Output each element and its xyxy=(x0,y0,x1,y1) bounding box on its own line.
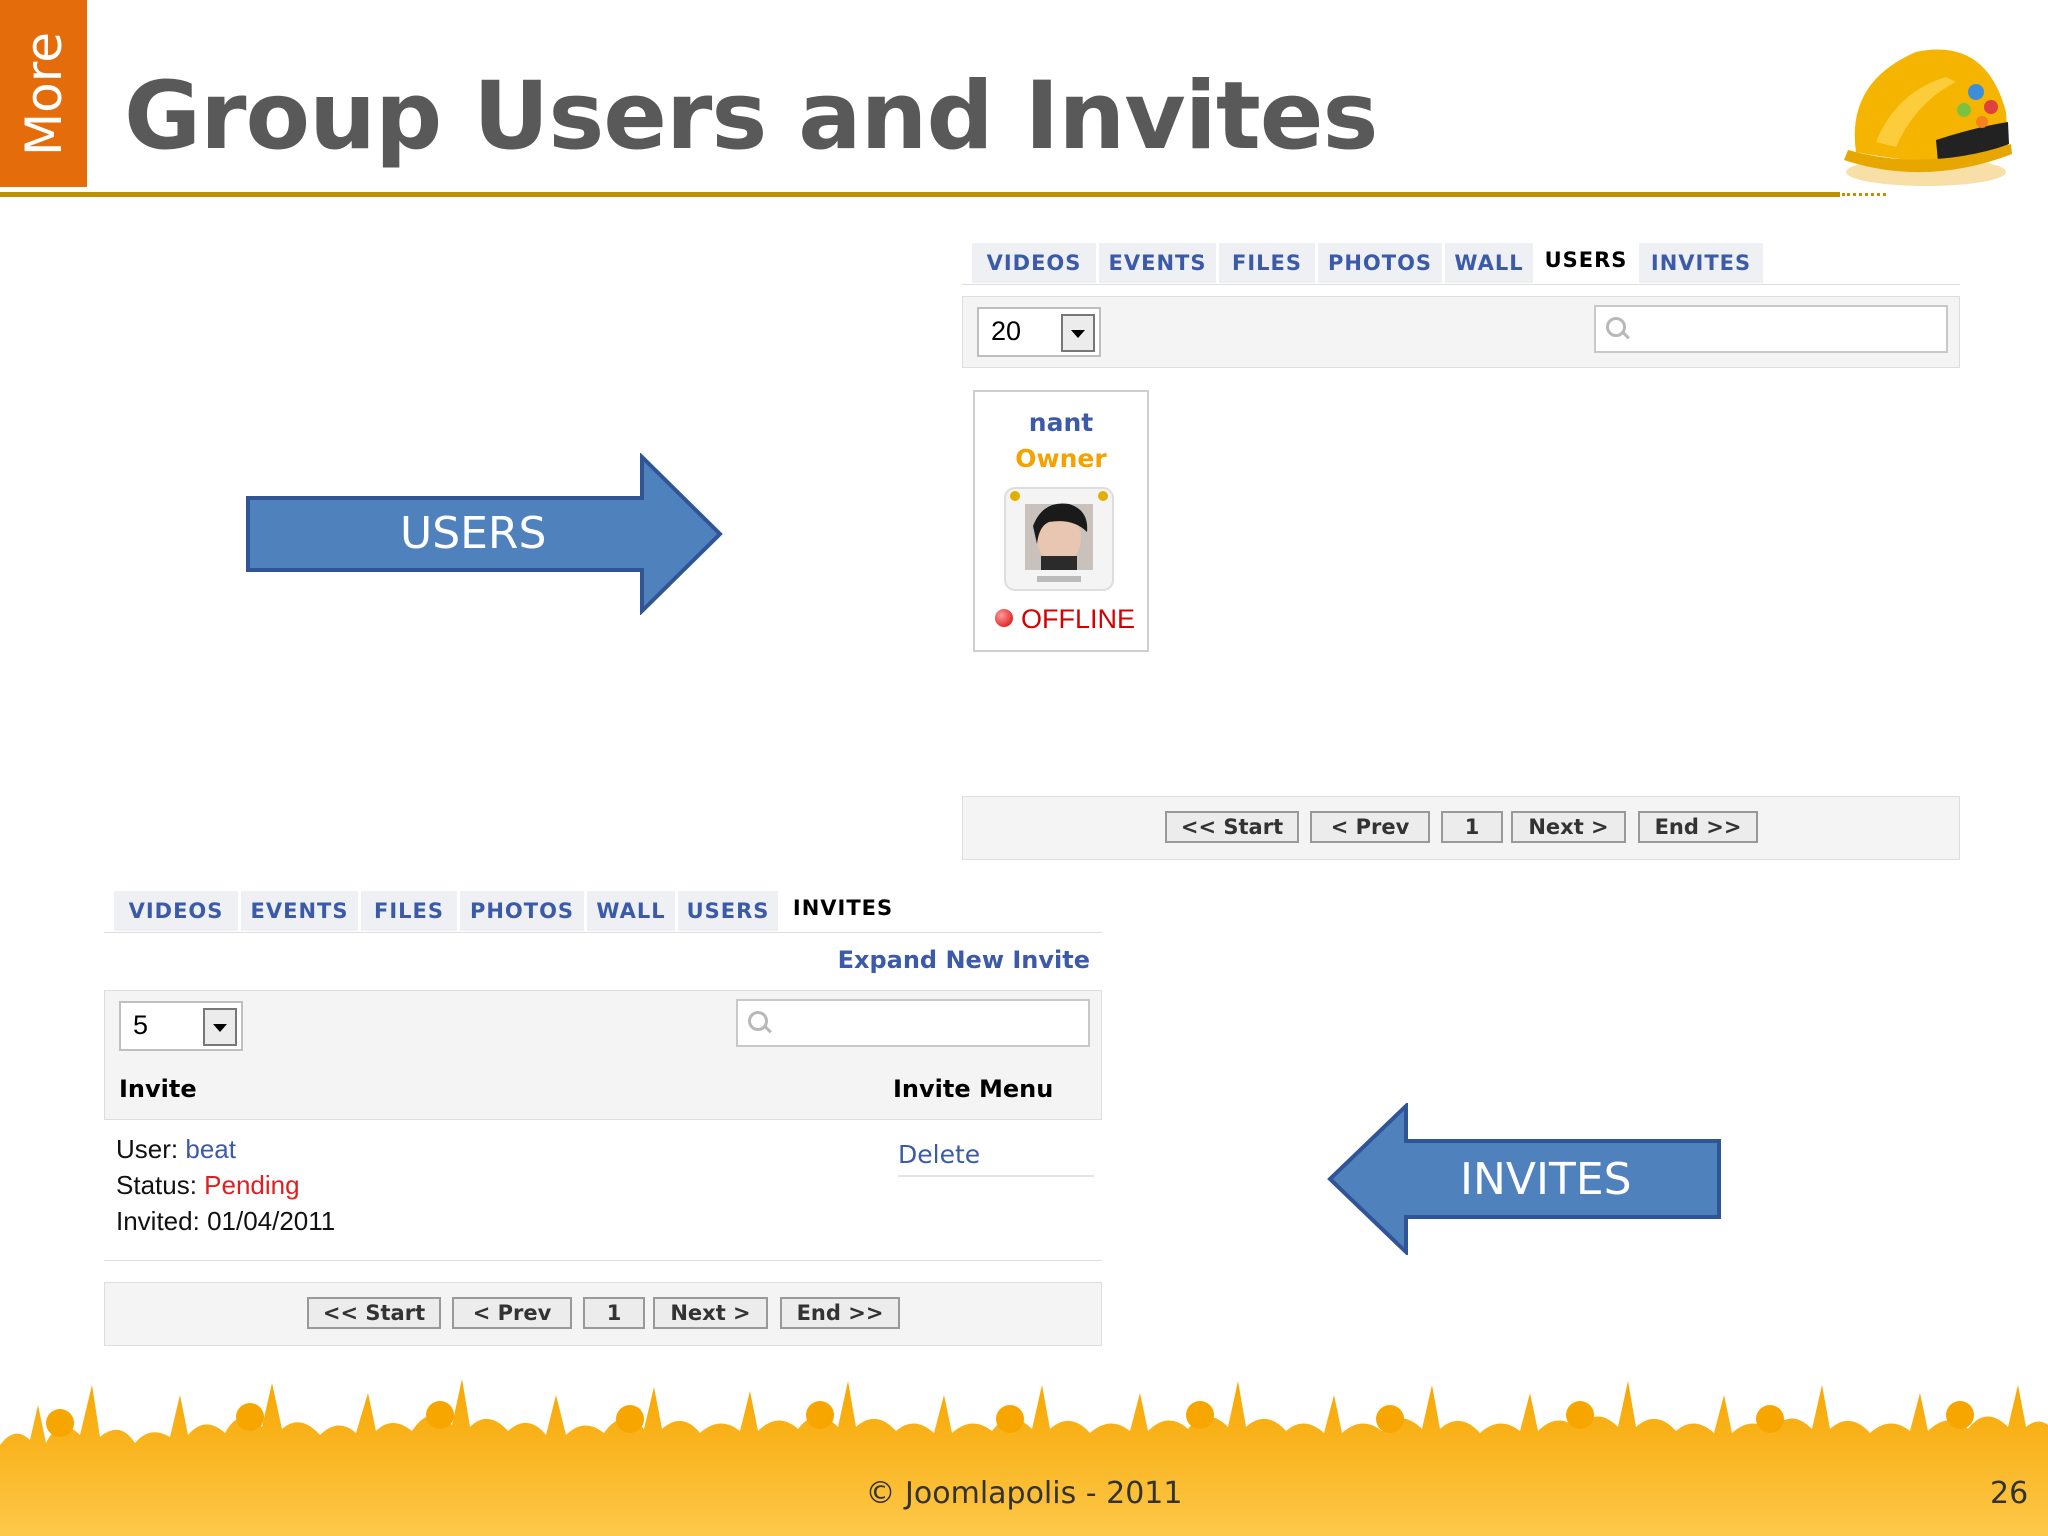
page-size-select[interactable]: 20 xyxy=(977,307,1101,357)
invites-pagination: << Start < Prev 1 Next > End >> xyxy=(104,1282,1102,1346)
tab-photos[interactable]: PHOTOS xyxy=(1318,243,1442,283)
search-input[interactable] xyxy=(736,999,1090,1047)
invite-user-line: User: beat xyxy=(116,1134,236,1165)
users-pagination: << Start < Prev 1 Next > End >> xyxy=(962,796,1960,860)
invite-status-value: Pending xyxy=(204,1170,300,1200)
hard-hat-logo-icon xyxy=(1844,49,2012,186)
search-input[interactable] xyxy=(1594,305,1948,353)
invites-panel: VIDEOS EVENTS FILES PHOTOS WALL USERS IN… xyxy=(104,884,1102,1346)
expand-new-invite-link[interactable]: Expand New Invite xyxy=(838,946,1090,974)
user-status: OFFLINE xyxy=(995,604,1135,635)
invite-user-link[interactable]: beat xyxy=(185,1134,236,1164)
side-tab-more: More xyxy=(0,0,87,187)
tab-wall[interactable]: WALL xyxy=(1445,243,1533,283)
pagination-start-button[interactable]: << Start xyxy=(1165,811,1299,843)
pagination-start-button[interactable]: << Start xyxy=(307,1297,441,1329)
footer-copyright: © Joomlapolis - 2011 xyxy=(865,1476,1183,1511)
side-tab-label: More xyxy=(14,31,73,156)
pagination-end-button[interactable]: End >> xyxy=(780,1297,900,1329)
slide-number: 26 xyxy=(1990,1476,2029,1511)
invite-date-label: Invited: xyxy=(116,1206,200,1236)
table-row: User: beat Status: Pending Invited: 01/0… xyxy=(104,1120,1102,1261)
invites-toolbar: 5 Invite Invite Menu xyxy=(104,990,1102,1120)
delete-invite-link[interactable]: Delete xyxy=(898,1140,1094,1177)
user-name-link[interactable]: nant xyxy=(975,408,1147,437)
tab-users[interactable]: USERS xyxy=(1536,236,1636,284)
pagination-prev-button[interactable]: < Prev xyxy=(1310,811,1430,843)
tab-videos[interactable]: VIDEOS xyxy=(972,243,1096,283)
invite-date-value: 01/04/2011 xyxy=(207,1206,336,1236)
tab-files[interactable]: FILES xyxy=(1219,243,1315,283)
chevron-down-icon[interactable] xyxy=(1061,314,1095,352)
user-card[interactable]: nant Owner OFFLINE xyxy=(973,390,1149,652)
users-toolbar: 20 xyxy=(962,296,1960,368)
invite-status-line: Status: Pending xyxy=(116,1170,300,1201)
tab-photos[interactable]: PHOTOS xyxy=(460,891,584,931)
page-size-select[interactable]: 5 xyxy=(119,1001,243,1051)
pagination-page-button[interactable]: 1 xyxy=(583,1297,645,1329)
tab-invites[interactable]: INVITES xyxy=(781,884,905,932)
tab-files[interactable]: FILES xyxy=(361,891,457,931)
pagination-end-button[interactable]: End >> xyxy=(1638,811,1758,843)
tab-wall[interactable]: WALL xyxy=(587,891,675,931)
pagination-next-button[interactable]: Next > xyxy=(653,1297,768,1329)
users-arrow-label: USERS xyxy=(400,508,547,559)
invites-arrow-label: INVITES xyxy=(1460,1154,1632,1205)
column-header-invite: Invite xyxy=(119,1075,197,1103)
invites-tab-bar: VIDEOS EVENTS FILES PHOTOS WALL USERS IN… xyxy=(104,884,1102,933)
pagination-next-button[interactable]: Next > xyxy=(1511,811,1626,843)
page-size-value: 5 xyxy=(133,1010,149,1040)
user-status-text: OFFLINE xyxy=(1021,604,1136,634)
slide-title: Group Users and Invites xyxy=(124,62,1378,171)
page-size-value: 20 xyxy=(991,316,1022,346)
offline-status-icon xyxy=(995,609,1013,627)
chevron-down-icon[interactable] xyxy=(203,1008,237,1046)
user-avatar-icon[interactable] xyxy=(1003,486,1115,592)
tab-events[interactable]: EVENTS xyxy=(1099,243,1216,283)
title-rule xyxy=(0,192,1840,197)
tab-users[interactable]: USERS xyxy=(678,891,778,931)
users-tab-bar: VIDEOS EVENTS FILES PHOTOS WALL USERS IN… xyxy=(962,236,1960,285)
invite-status-label: Status: xyxy=(116,1170,197,1200)
pagination-page-button[interactable]: 1 xyxy=(1441,811,1503,843)
search-icon xyxy=(748,1011,768,1031)
pagination-prev-button[interactable]: < Prev xyxy=(452,1297,572,1329)
invite-date-line: Invited: 01/04/2011 xyxy=(116,1206,335,1237)
tab-events[interactable]: EVENTS xyxy=(241,891,358,931)
column-header-invite-menu: Invite Menu xyxy=(893,1075,1054,1103)
tab-invites[interactable]: INVITES xyxy=(1639,243,1763,283)
tab-videos[interactable]: VIDEOS xyxy=(114,891,238,931)
invite-user-label: User: xyxy=(116,1134,179,1164)
search-icon xyxy=(1606,317,1626,337)
user-role: Owner xyxy=(1015,444,1107,473)
